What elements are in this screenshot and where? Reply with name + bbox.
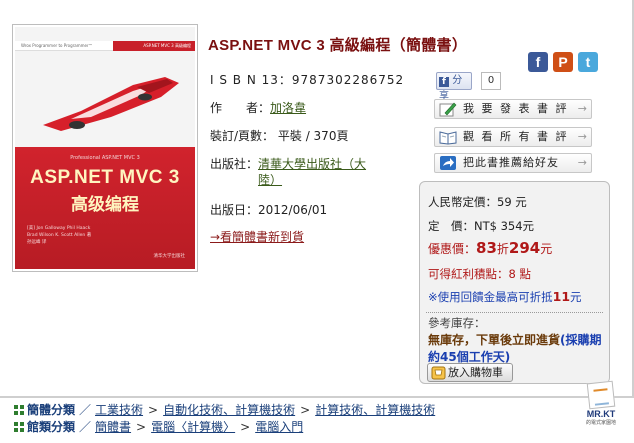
- cover-title-cn: 高级编程: [71, 195, 139, 215]
- isbn-label: I S B N 13：: [210, 73, 292, 87]
- bonus-points-row: 可得紅利積點：8 點: [428, 267, 531, 281]
- simplified-category-breadcrumb: 簡體分類／工業技術 > 自動化技術、計算機技術 > 計算技術、計算機技術: [14, 401, 435, 418]
- binding-row: 裝訂/頁數： 平裝 / 370頁: [210, 127, 348, 144]
- publisher-link[interactable]: 清華大學出版社（大陸）: [258, 156, 384, 188]
- cover-series: Professional ASP.NET MVC 3: [70, 155, 140, 161]
- category-link[interactable]: 簡體書: [95, 420, 131, 434]
- cart-icon: [431, 366, 446, 380]
- facebook-icon[interactable]: f: [528, 52, 548, 72]
- category-link[interactable]: 計算技術、計算機技術: [315, 403, 435, 417]
- author-row: 作者：加洛韋: [210, 101, 307, 115]
- publisher-row: 出版社：清華大學出版社（大陸）: [210, 156, 384, 188]
- book-cover-image[interactable]: Wrox Programmer to Programmer™ ASP.NET M…: [12, 24, 198, 272]
- cover-title-en: ASP.NET MVC 3: [30, 167, 180, 188]
- facebook-small-icon: f: [439, 77, 449, 87]
- cover-publisher: 清华大学出版社: [153, 254, 186, 259]
- twitter-icon[interactable]: t: [578, 52, 598, 72]
- cover-tagline: Wrox Programmer to Programmer™ ASP.NET M…: [21, 43, 191, 48]
- facebook-share-button[interactable]: f 分享: [436, 72, 472, 102]
- category-link[interactable]: 工業技術: [95, 403, 143, 417]
- isbn-row: I S B N 13：9787302286752: [210, 71, 404, 88]
- stock-label: 參考庫存：: [428, 316, 486, 330]
- binding-label: 裝訂/頁數：: [210, 129, 275, 143]
- author-label: 作: [210, 101, 231, 115]
- isbn-value: 9787302286752: [291, 73, 405, 87]
- new-arrivals-link[interactable]: →看簡體書新到貨: [210, 228, 304, 245]
- stock-status: 無庫存，下單後立即進貨(採購期約45個工作天): [428, 333, 602, 364]
- price-box: 人民幣定價：59 元 定 價：NT$ 354元 優惠價：83折294元 可得紅利…: [419, 181, 610, 384]
- sale-price-row: 優惠價：83折294元: [428, 239, 553, 257]
- category-bullet-icon: [14, 405, 24, 415]
- write-review-button[interactable]: 我 要 發 表 書 評 →: [434, 99, 592, 119]
- share-count: 0: [481, 72, 501, 90]
- cover-authors: [美] Jon Galloway Phil Haack Brad Wilson …: [27, 226, 92, 245]
- author-link[interactable]: 加洛韋: [270, 101, 306, 115]
- category-bullet-icon: [14, 422, 24, 432]
- book-title: ASP.NET MVC 3 高級編程（簡體書）: [208, 37, 468, 54]
- mrkt-watermark-logo: MR.KT 的電式家園地: [576, 380, 626, 434]
- plurk-icon[interactable]: P: [553, 52, 573, 72]
- pencil-note-icon: [439, 102, 457, 117]
- fixed-price-row: 定 價：NT$ 354元: [428, 219, 535, 233]
- view-reviews-button[interactable]: 觀 看 所 有 書 評 →: [434, 127, 592, 147]
- rebate-note: ※使用回饋金最高可折抵11元: [428, 289, 582, 304]
- list-price-row: 人民幣定價：59 元: [428, 195, 527, 209]
- race-car-illustration: [43, 77, 179, 131]
- recommend-friend-button[interactable]: 把此書推薦給好友 →: [434, 153, 592, 173]
- date-row: 出版日：2012/06/01: [210, 201, 327, 218]
- share-arrow-icon: [440, 156, 456, 170]
- category-link[interactable]: 電腦入門: [255, 420, 303, 434]
- open-book-icon: [439, 131, 457, 145]
- add-to-cart-button[interactable]: 放入購物車: [427, 363, 513, 382]
- date-value: 2012/06/01: [258, 203, 328, 217]
- date-label: 出版日：: [210, 203, 259, 217]
- publisher-label: 出版社：: [210, 157, 259, 171]
- category-link[interactable]: 自動化技術、計算機技術: [163, 403, 295, 417]
- binding-value: 平裝 / 370頁: [277, 129, 349, 143]
- store-category-breadcrumb: 館類分類／簡體書 > 電腦〈計算機〉 > 電腦入門: [14, 418, 303, 435]
- category-link[interactable]: 電腦〈計算機〉: [151, 420, 235, 434]
